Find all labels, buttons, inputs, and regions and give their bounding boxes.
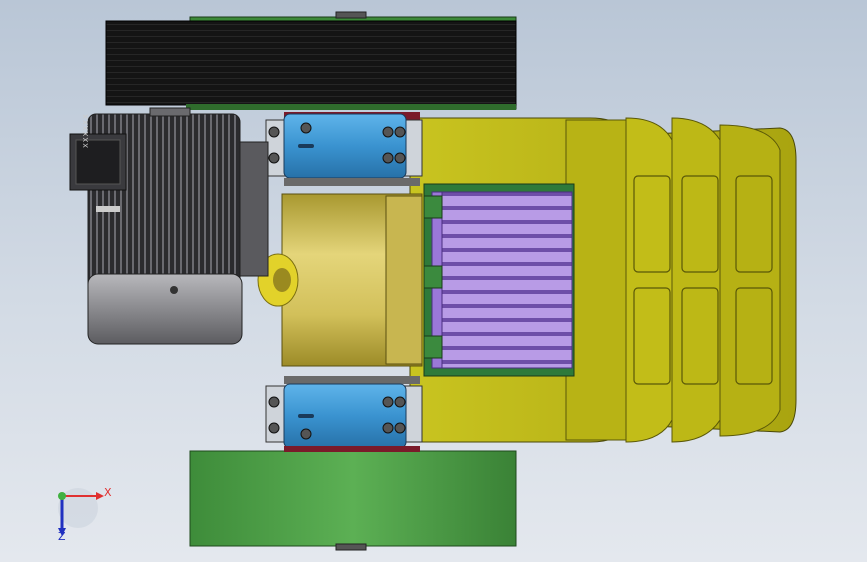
crusher-rotor[interactable] bbox=[423, 183, 575, 377]
axis-triad bbox=[58, 488, 104, 536]
cad-viewport[interactable]: XXXXXX X Z bbox=[0, 0, 867, 562]
bottom-pulley[interactable] bbox=[189, 450, 517, 551]
x-axis-label: X bbox=[104, 486, 112, 499]
motor-nameplate-text: XXXXXX bbox=[82, 113, 90, 148]
electric-motor[interactable] bbox=[69, 107, 269, 345]
top-pulley[interactable] bbox=[105, 11, 517, 110]
assembly-drawing[interactable] bbox=[0, 0, 867, 562]
top-bearing-block[interactable] bbox=[265, 112, 423, 186]
bottom-bearing-block[interactable] bbox=[265, 376, 423, 452]
drive-drum[interactable] bbox=[281, 193, 423, 367]
z-axis-label: Z bbox=[58, 530, 66, 543]
